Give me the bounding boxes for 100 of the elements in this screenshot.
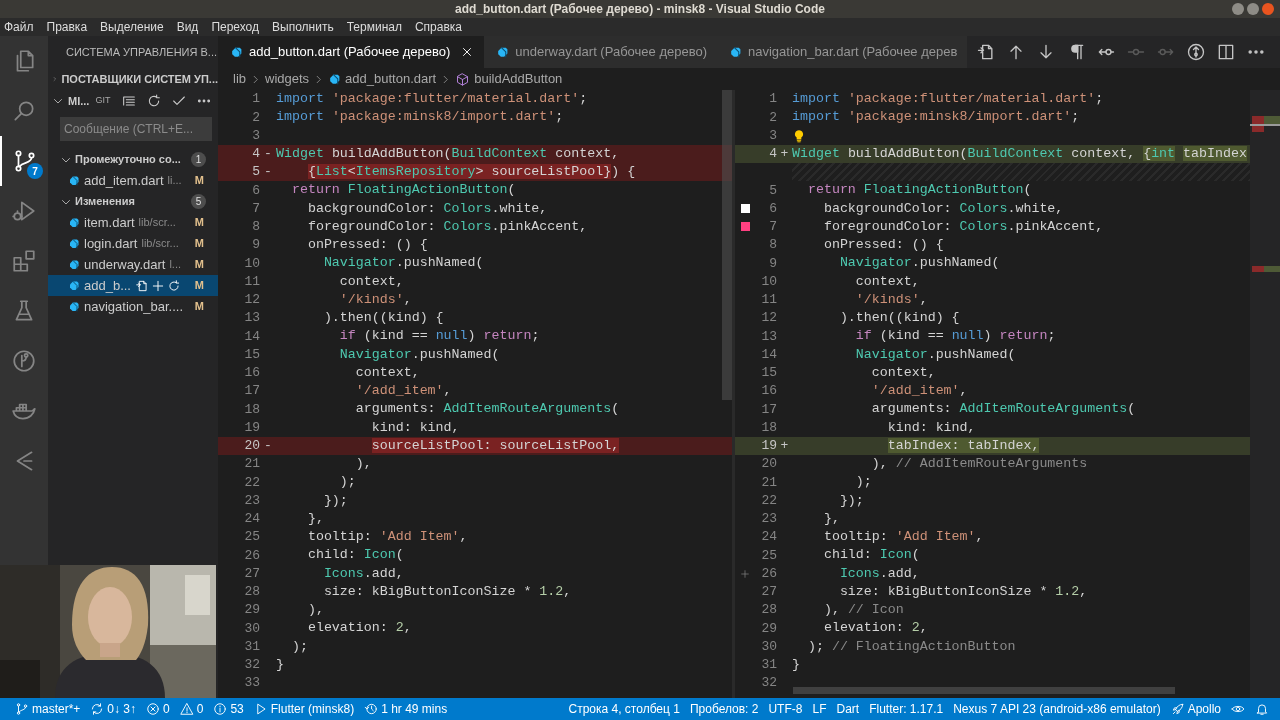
line-number: 21 [243, 455, 260, 474]
menu-item[interactable]: Правка [46, 18, 88, 36]
file-path: li... [167, 173, 182, 189]
status-item[interactable]: Nexus 7 API 23 (android-x86 emulator) [948, 700, 1166, 718]
code-line: ); [290, 637, 308, 656]
group-header[interactable]: Промежуточно со... [60, 151, 181, 168]
diff-sign: - [263, 437, 273, 456]
code-line: }); [322, 491, 348, 510]
status-item[interactable]: 1 hr 49 mins [359, 700, 453, 718]
status-item[interactable]: Пробелов: 2 [684, 700, 764, 718]
menu-item[interactable]: Справка [414, 18, 462, 36]
line-number: 17 [760, 400, 777, 419]
line-number: 30 [243, 619, 260, 638]
menu-item[interactable]: Терминал [346, 18, 402, 36]
group-header[interactable]: Изменения [60, 193, 135, 210]
editor-tab[interactable]: underway.dart (Рабочее дерево) [484, 36, 717, 68]
editor-tab[interactable]: navigation_bar.dart (Рабочее дерев [717, 36, 968, 68]
code-line: arguments: AddItemRouteArguments( [354, 400, 620, 419]
line-number: 6 [768, 199, 777, 218]
status-item[interactable]: master*+ [10, 700, 86, 718]
code-line: }, [306, 509, 324, 528]
file-row[interactable]: add_b... M [48, 275, 218, 296]
line-number: 5 [768, 181, 777, 200]
commit-message-field[interactable]: Сообщение (CTRL+E... [60, 117, 212, 141]
code-line: elevation: 2, [306, 619, 412, 638]
line-number: 20 [760, 455, 777, 474]
code-line: elevation: 2, [822, 619, 928, 638]
code-line: context, [854, 272, 920, 291]
editor-tab[interactable]: add_button.dart (Рабочее дерево) [218, 36, 485, 68]
line-number: 26 [243, 546, 260, 565]
code-line: return FloatingActionButton( [290, 181, 516, 200]
status-item[interactable]: Строка 4, столбец 1 [563, 700, 685, 718]
file-row[interactable]: add_item.dart li... M [48, 170, 218, 191]
status-item[interactable]: 0 [174, 700, 209, 718]
count-badge: 5 [191, 194, 206, 209]
code-line: } [792, 655, 800, 674]
status-item[interactable]: 53 [208, 700, 249, 718]
code-line: ); [854, 473, 872, 492]
status-item[interactable]: UTF-8 [763, 700, 808, 718]
code-line: }); [838, 491, 864, 510]
code-line: kind: kind, [886, 418, 976, 437]
line-number: 7 [768, 218, 777, 237]
status-item[interactable]: Flutter: 1.17.1 [864, 700, 949, 718]
file-name: add_item.dart [84, 171, 164, 190]
code-line: context, [870, 363, 936, 382]
code-line: context, [338, 272, 404, 291]
section-header[interactable]: ПОСТАВЩИКИ СИСТЕМ УП... [48, 68, 218, 90]
line-number: 4 [768, 145, 777, 164]
code-line: tooltip: 'Add Item', [306, 528, 468, 547]
code-line: child: Icon( [306, 546, 404, 565]
line-number: 15 [243, 345, 260, 364]
code-line: onPressed: () { [822, 236, 944, 255]
status-item[interactable]: Apollo [1165, 700, 1226, 718]
line-number: 24 [243, 510, 260, 529]
menu-item[interactable]: Выделение [100, 18, 164, 36]
breadcrumb-item[interactable]: lib [233, 69, 246, 89]
breadcrumb-item[interactable]: widgets [265, 69, 310, 89]
status-item[interactable]: Flutter (minsk8) [248, 700, 360, 718]
status-item[interactable]: Dart [831, 700, 865, 718]
code-line: import 'package:minsk8/import.dart'; [792, 108, 1080, 127]
file-name: navigation_bar.... [84, 297, 184, 316]
code-line: ), // Icon [822, 601, 904, 620]
line-number: 4 [251, 145, 260, 164]
line-number: 1 [768, 90, 777, 109]
menu-item[interactable]: Файл [4, 18, 34, 36]
code-line: Icons.add, [838, 564, 920, 583]
line-number: 14 [760, 345, 777, 364]
file-row[interactable]: underway.dart l... M [48, 254, 218, 275]
menu-item[interactable]: Вид [176, 18, 199, 36]
breadcrumb-item[interactable]: add_button.dart [328, 69, 437, 89]
line-number: 20 [243, 437, 260, 456]
status-letter: M [194, 278, 204, 294]
line-number: 13 [760, 327, 777, 346]
code-line: Icons.add, [322, 564, 404, 583]
code-line: context, [354, 363, 420, 382]
breadcrumb-item[interactable]: buildAddButton [455, 69, 563, 89]
line-number: 6 [251, 181, 260, 200]
status-item[interactable]: 0↓ 3↑ [85, 700, 142, 718]
status-letter: M [194, 299, 204, 315]
line-number: 23 [243, 491, 260, 510]
status-letter: M [194, 215, 204, 231]
menu-item[interactable]: Выполнить [272, 18, 334, 36]
line-number: 10 [760, 272, 777, 291]
line-number: 29 [760, 619, 777, 638]
status-item[interactable]: 0 [141, 700, 175, 718]
line-number: 33 [243, 674, 260, 693]
file-row[interactable]: navigation_bar.... M [48, 296, 218, 317]
code-line: import 'package:minsk8/import.dart'; [276, 108, 564, 127]
code-line: child: Icon( [822, 546, 920, 565]
line-number: 24 [760, 528, 777, 547]
line-number: 9 [768, 254, 777, 273]
line-number: 26 [760, 564, 777, 583]
file-row[interactable]: login.dart lib/scr... M [48, 233, 218, 254]
code-line: ), [354, 455, 372, 474]
repository-header[interactable]: MI... [52, 92, 90, 110]
line-number: 3 [768, 126, 777, 145]
menu-item[interactable]: Переход [211, 18, 260, 36]
file-row[interactable]: item.dart lib/scr... M [48, 212, 218, 233]
status-item[interactable]: LF [807, 700, 832, 718]
diff-sign: + [779, 145, 790, 164]
